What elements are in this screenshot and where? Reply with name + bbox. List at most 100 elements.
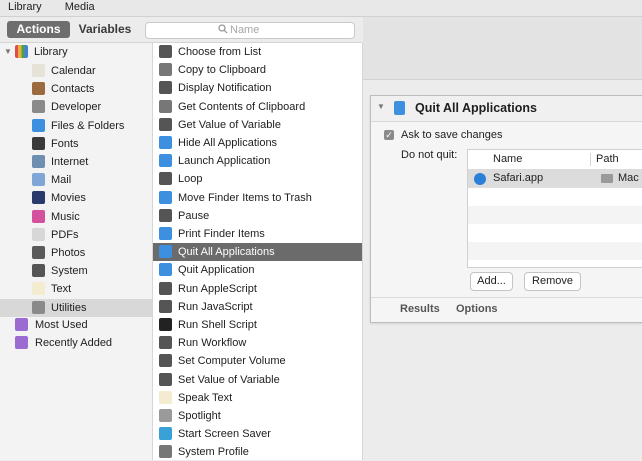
action-item[interactable]: Set Value of Variable (153, 371, 362, 389)
library-item-internet[interactable]: Internet (0, 153, 152, 171)
automator-icon (159, 172, 172, 186)
library-item-label: Photos (51, 247, 86, 259)
smart-folder-recently-added[interactable]: Recently Added (0, 334, 152, 352)
action-item[interactable]: Hide All Applications (153, 134, 362, 152)
action-item[interactable]: Quit All Applications (153, 243, 362, 262)
library-item-mail[interactable]: Mail (0, 171, 152, 189)
safari-icon (474, 173, 486, 185)
library-item-label: Internet (51, 156, 89, 168)
library-item-label: Contacts (51, 83, 95, 96)
disclosure-triangle-icon[interactable]: ▼ (4, 43, 12, 61)
finder-icon (159, 245, 172, 259)
remove-button[interactable]: Remove (524, 272, 581, 291)
add-button[interactable]: Add... (470, 272, 513, 291)
ask-to-save-checkbox[interactable]: ✓ (384, 130, 394, 140)
library-item-fonts[interactable]: Fonts (0, 135, 152, 153)
action-card-title: Quit All Applications (415, 101, 537, 115)
action-item[interactable]: Run Shell Script (153, 316, 362, 334)
library-item-label: Music (51, 210, 80, 223)
action-item-label: Get Value of Variable (178, 118, 281, 131)
library-item-movies[interactable]: Movies (0, 189, 152, 207)
action-item[interactable]: Start Screen Saver (153, 425, 362, 443)
screensaver-icon (159, 427, 172, 441)
action-item[interactable]: Get Contents of Clipboard (153, 98, 362, 116)
library-item-utilities[interactable]: Utilities (0, 298, 152, 317)
action-item[interactable]: Run AppleScript (153, 280, 362, 298)
column-path[interactable]: Path (596, 150, 619, 169)
action-item[interactable]: Print Finder Items (153, 225, 362, 243)
library-item-music[interactable]: Music (0, 208, 152, 226)
utilities-icon (32, 300, 45, 314)
row-path: Mac (618, 172, 639, 184)
library-item-calendar[interactable]: Calendar (0, 62, 152, 80)
library-item-text[interactable]: Text (0, 280, 152, 298)
finder-icon (159, 227, 172, 240)
library-item-contacts[interactable]: Contacts (0, 80, 152, 98)
action-item-label: Set Value of Variable (178, 373, 280, 386)
library-item-label: Mail (51, 174, 72, 187)
pdf-icon (32, 227, 45, 241)
action-item[interactable]: Get Value of Variable (153, 116, 362, 134)
action-item-label: Copy to Clipboard (178, 64, 267, 77)
spotlight-icon (159, 409, 172, 422)
finder-icon (159, 136, 172, 149)
smart-folder-most-used[interactable]: Most Used (0, 316, 152, 334)
action-item[interactable]: Spotlight (153, 407, 362, 425)
library-item-label: Movies (51, 192, 86, 205)
collapse-triangle-icon[interactable]: ▼ (377, 102, 385, 111)
column-divider (590, 153, 591, 166)
library-item-label: Fonts (51, 137, 79, 150)
smart-folder-icon (15, 318, 28, 331)
library-root[interactable]: ▼ Library (0, 43, 152, 61)
action-item[interactable]: Launch Application (153, 152, 362, 170)
utilities-icon (159, 99, 172, 113)
tab-actions[interactable]: Actions (7, 21, 70, 38)
action-item[interactable]: System Profile (153, 443, 362, 461)
action-item-label: System Profile (178, 446, 249, 459)
options-tab[interactable]: Options (456, 303, 498, 315)
action-item[interactable]: Speak Text (153, 389, 362, 407)
tab-variables[interactable]: Variables (74, 21, 136, 38)
action-item[interactable]: Set Computer Volume (153, 352, 362, 370)
library-item-system[interactable]: System (0, 262, 152, 280)
action-item[interactable]: Display Notification (153, 79, 362, 97)
developer-icon (32, 100, 45, 114)
action-item-label: Set Computer Volume (178, 355, 286, 368)
library-item-photos[interactable]: Photos (0, 244, 152, 262)
finder-icon (394, 101, 405, 115)
smart-folder-label: Most Used (35, 319, 88, 331)
action-item[interactable]: Move Finder Items to Trash (153, 189, 362, 207)
library-item-pdfs[interactable]: PDFs (0, 226, 152, 244)
movies-icon (32, 191, 45, 205)
actions-list: Choose from List Copy to Clipboard Display… (153, 43, 363, 460)
table-row-empty (468, 206, 642, 224)
action-item[interactable]: Copy to Clipboard (153, 61, 362, 79)
column-name[interactable]: Name (493, 150, 522, 169)
action-item[interactable]: Run Workflow (153, 334, 362, 352)
action-item-label: Quit Application (178, 264, 255, 277)
automator-icon (159, 372, 172, 386)
action-card: ▼ Quit All Applications ✓ Ask to save ch… (370, 95, 642, 323)
action-item-label: Hide All Applications (178, 137, 278, 149)
action-item[interactable]: Run JavaScript (153, 298, 362, 316)
mail-icon (32, 173, 45, 187)
contacts-icon (32, 82, 45, 96)
action-item[interactable]: Quit Application (153, 261, 362, 279)
action-item-label: Run JavaScript (178, 300, 253, 313)
library-item-developer[interactable]: Developer (0, 98, 152, 116)
action-item[interactable]: Loop (153, 170, 362, 188)
table-row[interactable]: Safari.app Mac (468, 170, 642, 188)
finder-icon (159, 190, 172, 204)
action-item[interactable]: Choose from List (153, 43, 362, 61)
search-input[interactable]: Name (145, 22, 355, 39)
action-item-label: Speak Text (178, 391, 233, 404)
music-icon (32, 209, 45, 223)
action-item[interactable]: Pause (153, 207, 362, 225)
library-item-files-folders[interactable]: Files & Folders (0, 117, 152, 135)
library-item-label: PDFs (51, 228, 79, 241)
action-item-label: Run Workflow (178, 337, 247, 350)
smart-folder-label: Recently Added (35, 337, 113, 350)
results-tab[interactable]: Results (400, 303, 440, 315)
menu-media[interactable]: Media (57, 0, 95, 16)
menu-library[interactable]: Library (0, 0, 42, 16)
